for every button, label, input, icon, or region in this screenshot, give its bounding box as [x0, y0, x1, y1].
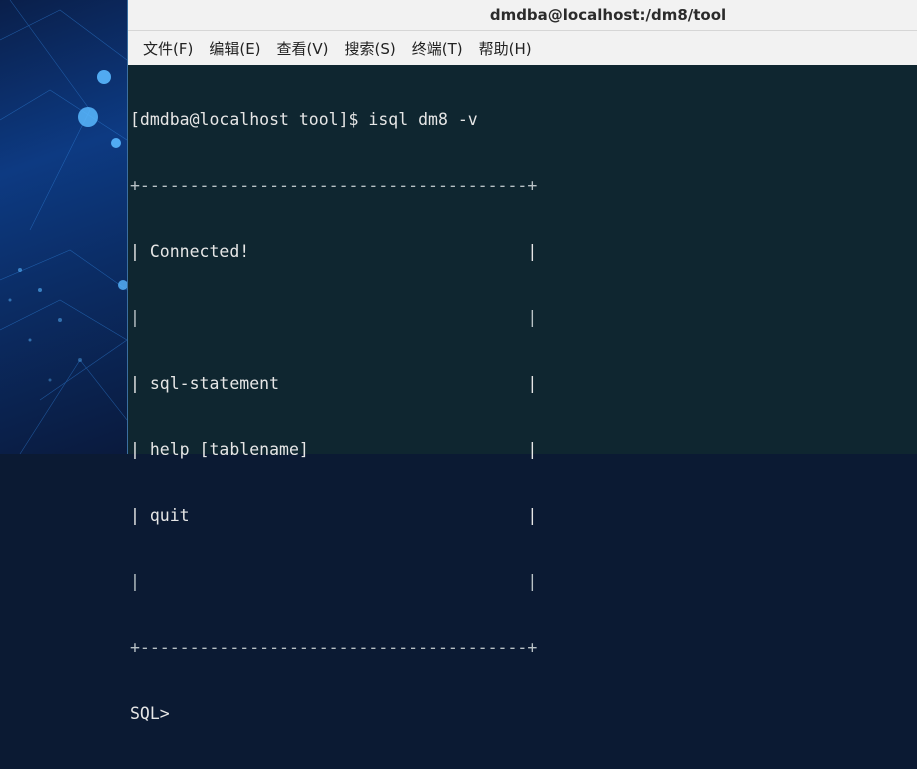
- box-blank-line: | |: [130, 308, 538, 327]
- sql-prompt[interactable]: SQL>: [130, 703, 917, 725]
- menu-file[interactable]: 文件(F): [136, 38, 202, 59]
- desktop-wallpaper: [0, 0, 127, 454]
- box-top-border: +---------------------------------------…: [130, 176, 538, 195]
- box-connected-line: | Connected! |: [130, 242, 538, 261]
- menu-search[interactable]: 搜索(S): [338, 38, 405, 59]
- box-bottom-border: +---------------------------------------…: [130, 638, 538, 657]
- menu-help[interactable]: 帮助(H): [472, 38, 541, 59]
- box-quit-line: | quit |: [130, 506, 538, 525]
- terminal-output[interactable]: [dmdba@localhost tool]$ isql dm8 -v +---…: [128, 65, 917, 723]
- terminal-window[interactable]: dmdba@localhost:/dm8/tool 文件(F) 编辑(E) 查看…: [127, 0, 917, 723]
- box-help-line: | help [tablename] |: [130, 440, 538, 459]
- menu-edit[interactable]: 编辑(E): [202, 38, 269, 59]
- box-sql-statement-line: | sql-statement |: [130, 374, 538, 393]
- title-bar[interactable]: dmdba@localhost:/dm8/tool: [128, 0, 917, 31]
- menu-view[interactable]: 查看(V): [270, 38, 338, 59]
- window-title: dmdba@localhost:/dm8/tool: [489, 6, 727, 24]
- box-blank-line: | |: [130, 572, 538, 591]
- shell-prompt-line: [dmdba@localhost tool]$ isql dm8 -v: [130, 110, 478, 129]
- menu-bar: 文件(F) 编辑(E) 查看(V) 搜索(S) 终端(T) 帮助(H): [128, 31, 917, 66]
- menu-terminal[interactable]: 终端(T): [405, 38, 472, 59]
